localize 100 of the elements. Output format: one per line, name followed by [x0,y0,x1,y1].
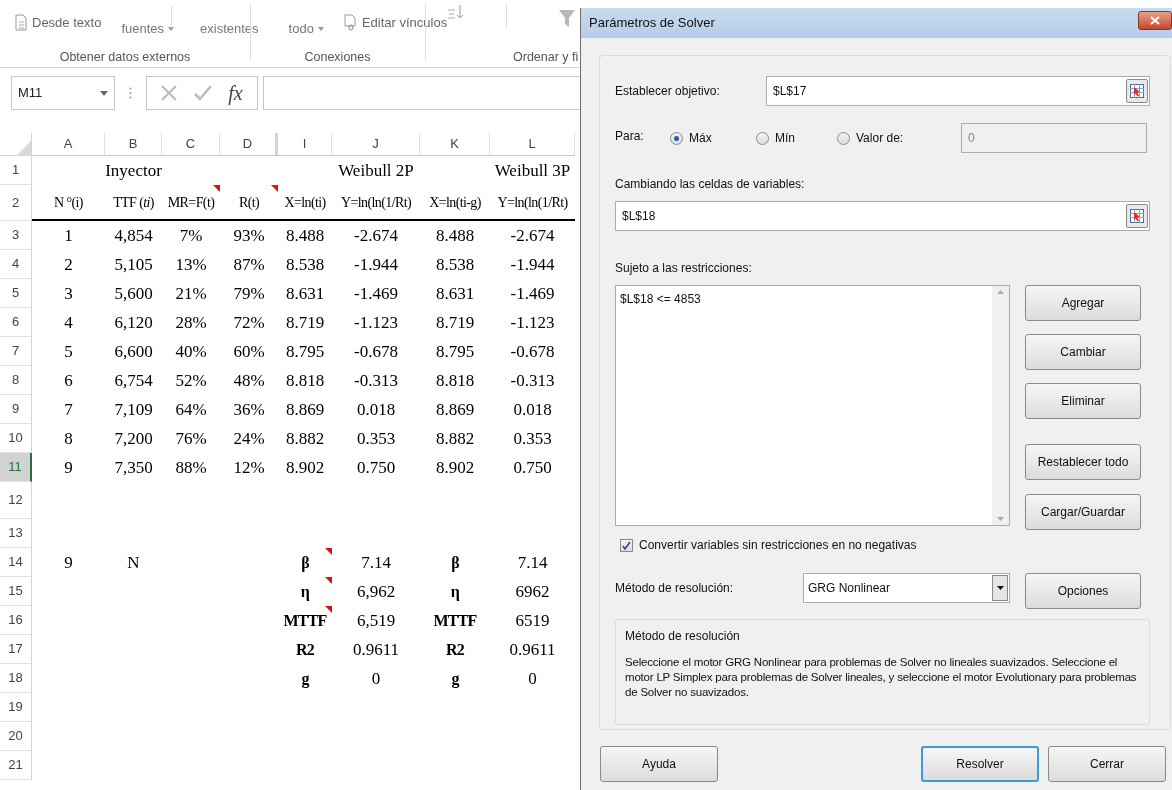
cell-text: 88% [175,456,207,479]
cell-text: 6,600 [114,340,153,363]
column-header[interactable]: K [420,133,490,156]
cell-text: 4 [64,311,73,334]
cell-text: g [451,668,459,690]
row-header[interactable]: 2 [0,185,32,221]
cell-text: MTTF [433,610,477,631]
cell-text: 72% [233,311,265,334]
row-header[interactable]: 15 [0,577,32,606]
cell-text: 8 [64,427,73,450]
desde-texto-button[interactable]: Desde texto [32,13,102,33]
row-header[interactable]: 14 [0,548,32,577]
column-header[interactable]: I [278,133,332,156]
row-header[interactable]: 16 [0,606,32,635]
cell-text: 28% [175,311,207,334]
row-header[interactable]: 9 [0,395,32,424]
column-header[interactable]: B [105,133,162,156]
checkbox-label: Convertir variables sin restricciones en no negativas [639,537,917,554]
method-dropdown[interactable]: GRG Nonlinear [803,573,1010,603]
dialog-button[interactable]: Resolver [921,746,1039,782]
cell-text: 8.488 [435,224,475,247]
constraint-action-button[interactable]: Restablecer todo [1025,444,1141,480]
cell-text: TTF (ti) [113,193,154,212]
cell-text: 0.9611 [352,638,400,661]
dialog-button[interactable]: Cerrar [1048,746,1166,782]
cell-text: β [301,552,309,574]
dialog-button[interactable]: Ayuda [600,746,718,782]
cell-text: 6,962 [356,580,396,603]
row-header[interactable]: 8 [0,366,32,395]
cell-text: 21% [175,282,207,305]
cell-text: MTTF [283,610,327,631]
row-header[interactable]: 20 [0,722,32,751]
constraints-list[interactable]: $L$18 <= 4853 [615,285,1010,526]
row-header[interactable]: 18 [0,664,32,693]
cell-text: N °(i) [54,193,83,212]
cell-text: -1.469 [510,282,555,305]
constraint-action-button[interactable]: Eliminar [1025,383,1141,419]
column-header[interactable]: C [162,133,220,156]
field-label: Cambiando las celdas de variables: [615,177,805,191]
cell-text: 8.818 [435,369,475,392]
cell-text: 12% [233,456,265,479]
reference-field[interactable]: $L$17 [766,76,1150,106]
row-header[interactable]: 21 [0,751,32,780]
group-label: Ordenar y fi [513,50,579,64]
name-box[interactable]: M11 [11,76,115,110]
cell-text: 8.818 [285,369,325,392]
info-text: Seleccione el motor GRG Nonlinear para problemas de Solver no lineales suavizados. Seleccione el motor LP Simplex para problemas de Solver lineales, y seleccione el motor Evolutionary para problemas de Solver no suavizados. [625,655,1138,700]
cell-text: 0 [528,667,537,690]
ribbon-button[interactable]: todo [288,19,324,39]
row-header[interactable]: 17 [0,635,32,664]
column-header[interactable]: A [32,133,105,156]
column-header[interactable]: D [220,133,278,156]
cell-text: -1.944 [510,253,555,276]
row-header[interactable]: 13 [0,519,32,548]
cell-text: Weibull 2P [338,159,414,182]
row-header[interactable]: 6 [0,308,32,337]
cell-text: Weibull 3P [494,159,571,182]
cell-text: 8.882 [285,427,325,450]
cell-text: 48% [233,369,265,392]
column-header[interactable]: J [332,133,420,156]
cell-text: 2 [64,253,73,276]
cell-text: 5 [64,340,73,363]
cell-text: 5,600 [114,282,153,305]
radio-label: Valor de: [856,130,904,147]
cell-text: N [127,551,140,574]
cell-text: 4,854 [114,224,153,247]
column-header[interactable]: L [490,133,575,156]
cell-text: 6519 [515,609,550,632]
constraint-action-button[interactable]: Cambiar [1025,334,1141,370]
row-header[interactable]: 12 [0,482,32,519]
cell-text: -2.674 [354,224,398,247]
ribbon-button[interactable]: existentes [200,19,259,39]
cell-text: 8.902 [435,456,475,479]
constraint-action-button[interactable]: Cargar/Guardar [1025,494,1141,530]
row-header[interactable]: 19 [0,693,32,722]
row-header[interactable]: 10 [0,424,32,453]
constraint-item[interactable]: $L$18 <= 4853 [620,290,992,308]
reference-field[interactable]: $L$18 [615,201,1150,231]
cell-text: 0.750 [356,456,396,479]
cell-text: -0.313 [354,369,398,392]
row-header[interactable]: 7 [0,337,32,366]
cell-text: 0 [371,667,381,690]
row-header[interactable]: 5 [0,279,32,308]
cell-text: 0.353 [513,427,552,450]
row-header[interactable]: 3 [0,221,32,250]
cell-text: 9 [64,551,73,574]
editar-vinculos-button[interactable]: Editar vínculos [361,13,448,33]
row-header[interactable]: 1 [0,156,32,185]
insert-function-button[interactable]: fx [228,78,243,108]
radio-label: Máx [689,130,712,147]
cell-text: η [300,581,310,603]
cell-text: 8.631 [285,282,325,305]
row-header[interactable]: 4 [0,250,32,279]
row-header[interactable]: 11 [0,453,32,482]
cell-text: 0.353 [356,427,396,450]
field-label: Sujeto a las restricciones: [615,261,752,275]
options-button[interactable]: Opciones [1025,573,1141,609]
ribbon-button[interactable]: fuentes [121,19,175,39]
cell-text: 8.538 [435,253,475,276]
constraint-action-button[interactable]: Agregar [1025,285,1141,321]
